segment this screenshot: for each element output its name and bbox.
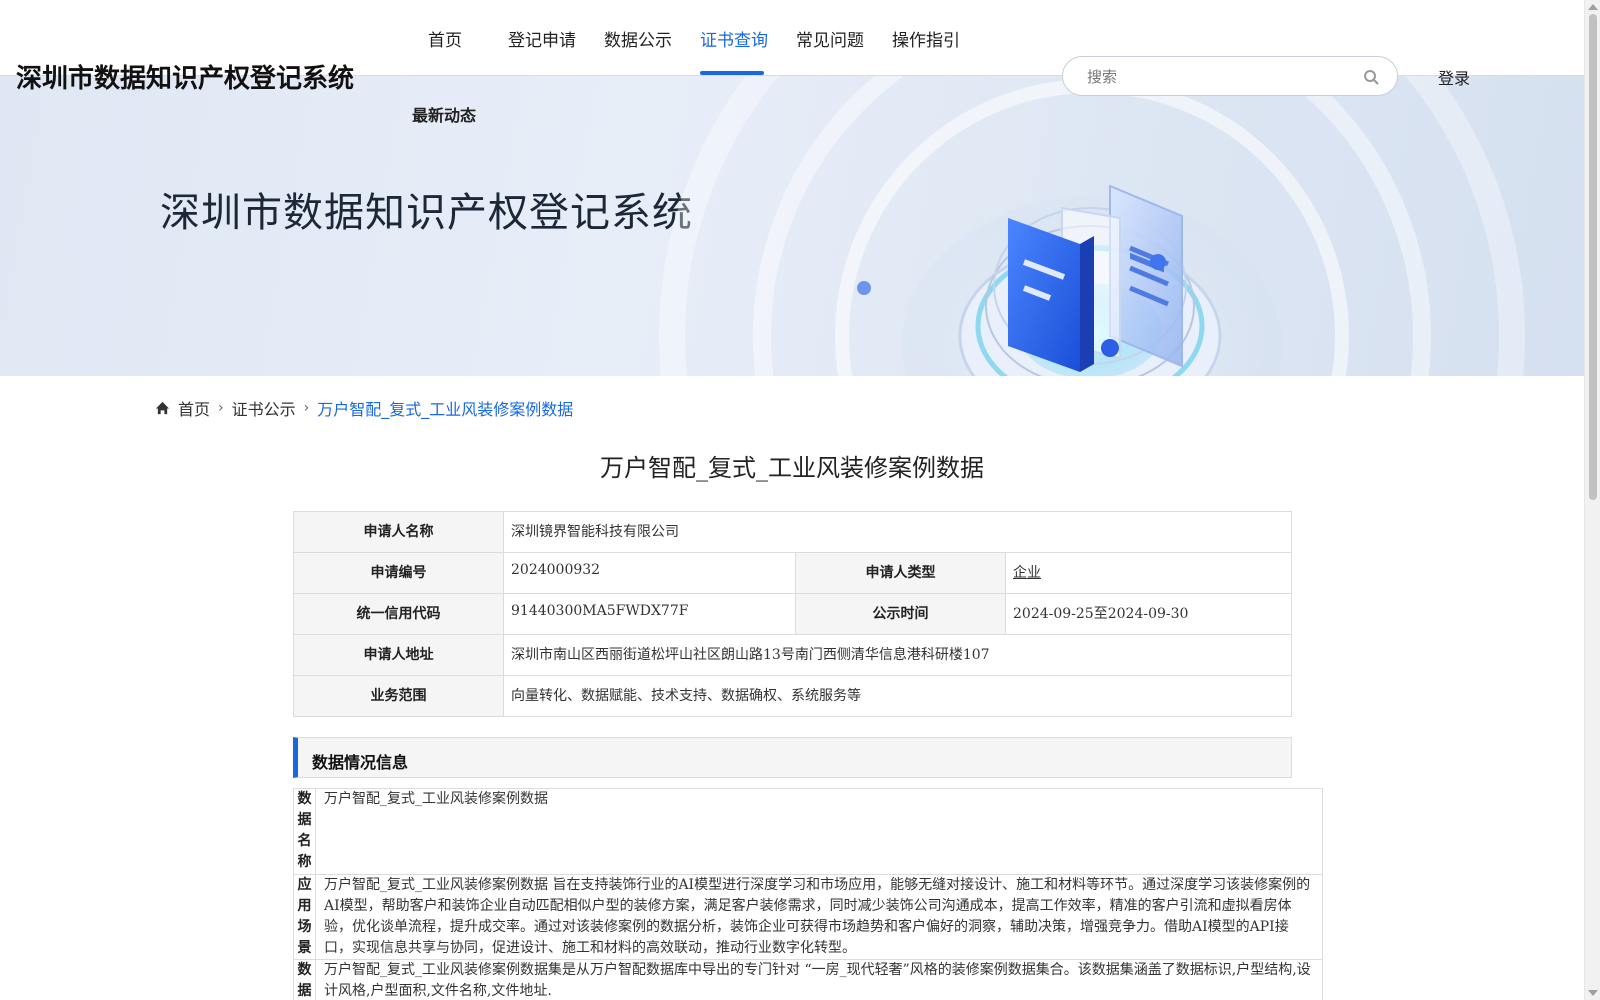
applicant-address-label: 申请人地址 <box>293 634 504 676</box>
nav-faq[interactable]: 常见问题 <box>796 26 864 51</box>
applicant-type-value[interactable]: 企业 <box>1013 565 1041 581</box>
table-row: 业务范围 向量转化、数据赋能、技术支持、数据确权、系统服务等 <box>293 675 1292 717</box>
data-description-label: 数据 <box>293 959 316 1000</box>
scroll-up-arrow-icon[interactable] <box>1588 4 1598 10</box>
table-row: 申请人地址 深圳市南山区西丽街道松坪山社区朗山路13号南门西侧清华信息港科研楼1… <box>293 634 1292 676</box>
credit-code-value: 91440300MA5FWDX77F <box>503 593 796 635</box>
hero-banner: 深圳市数据知识产权登记系统 <box>0 76 1584 376</box>
publicity-time-label: 公示时间 <box>795 593 1006 635</box>
banner-illustration <box>659 76 1525 376</box>
applicant-type-label: 申请人类型 <box>795 552 1006 594</box>
breadcrumb: 首页 › 证书公示 › 万户智配_复式_工业风装修案例数据 <box>155 396 573 420</box>
data-description-value: 万户智配_复式_工业风装修案例数据集是从万户智配数据库中导出的专门针对 “一房_… <box>315 959 1323 1000</box>
table-row: 数据名称 万户智配_复式_工业风装修案例数据 <box>293 788 1323 875</box>
search-input[interactable] <box>1087 65 1347 89</box>
search-icon[interactable] <box>1363 69 1379 85</box>
nav-latest-news[interactable]: 最新动态 <box>412 102 476 126</box>
table-row: 申请编号 2024000932 申请人类型 企业 <box>293 552 1292 594</box>
data-name-label: 数据名称 <box>293 788 316 875</box>
scrollbar-thumb[interactable] <box>1589 14 1597 500</box>
applicant-name-value: 深圳镜界智能科技有限公司 <box>503 511 1292 553</box>
home-icon[interactable] <box>155 401 170 415</box>
chevron-right-icon: › <box>303 400 310 416</box>
applicant-address-value: 深圳市南山区西丽街道松坪山社区朗山路13号南门西侧清华信息港科研楼107 <box>503 634 1292 676</box>
breadcrumb-certificate-publicity[interactable]: 证书公示 <box>232 396 296 420</box>
breadcrumb-current: 万户智配_复式_工业风装修案例数据 <box>317 400 574 419</box>
credit-code-label: 统一信用代码 <box>293 593 504 635</box>
application-no-value: 2024000932 <box>503 552 796 594</box>
applicant-name-label: 申请人名称 <box>293 511 504 553</box>
active-nav-indicator <box>700 71 764 75</box>
table-row: 应用场景 万户智配_复式_工业风装修案例数据 旨在支持装饰行业的AI模型进行深度… <box>293 874 1323 960</box>
login-link[interactable]: 登录 <box>1438 65 1470 89</box>
business-scope-label: 业务范围 <box>293 675 504 717</box>
chevron-right-icon: › <box>218 400 224 416</box>
page-scrollbar[interactable] <box>1584 0 1600 1000</box>
nav-registration-apply[interactable]: 登记申请 <box>508 26 576 51</box>
applicant-type-cell: 企业 <box>1005 552 1292 594</box>
table-row: 申请人名称 深圳镜界智能科技有限公司 <box>293 511 1292 553</box>
data-info-section-header: 数据情况信息 <box>293 737 1292 778</box>
data-info-table: 数据名称 万户智配_复式_工业风装修案例数据 应用场景 万户智配_复式_工业风装… <box>293 788 1323 1000</box>
applicant-info-table: 申请人名称 深圳镜界智能科技有限公司 申请编号 2024000932 申请人类型… <box>293 511 1292 717</box>
table-row: 统一信用代码 91440300MA5FWDX77F 公示时间 2024-09-2… <box>293 593 1292 635</box>
nav-home[interactable]: 首页 <box>428 26 462 51</box>
business-scope-value: 向量转化、数据赋能、技术支持、数据确权、系统服务等 <box>503 675 1292 717</box>
application-no-label: 申请编号 <box>293 552 504 594</box>
nav-certificate-query[interactable]: 证书查询 <box>700 26 768 51</box>
data-name-value: 万户智配_复式_工业风装修案例数据 <box>315 788 1323 875</box>
search-box <box>1062 56 1398 96</box>
site-brand[interactable]: 深圳市数据知识产权登记系统 <box>16 58 354 95</box>
page-title: 万户智配_复式_工业风装修案例数据 <box>600 454 984 482</box>
table-row: 数据 万户智配_复式_工业风装修案例数据集是从万户智配数据库中导出的专门针对 “… <box>293 959 1323 1000</box>
breadcrumb-home[interactable]: 首页 <box>178 396 210 420</box>
top-header: 深圳市数据知识产权登记系统 首页 登记申请 数据公示 证书查询 常见问题 操作指… <box>0 0 1584 96</box>
nav-data-publicity[interactable]: 数据公示 <box>604 26 672 51</box>
section-title: 数据情况信息 <box>312 753 409 772</box>
publicity-time-value: 2024-09-25至2024-09-30 <box>1005 593 1292 635</box>
application-scenario-value: 万户智配_复式_工业风装修案例数据 旨在支持装饰行业的AI模型进行深度学习和市场… <box>315 874 1323 960</box>
application-scenario-label: 应用场景 <box>293 874 316 960</box>
scroll-down-arrow-icon[interactable] <box>1588 990 1598 996</box>
nav-operation-guide[interactable]: 操作指引 <box>892 26 960 51</box>
